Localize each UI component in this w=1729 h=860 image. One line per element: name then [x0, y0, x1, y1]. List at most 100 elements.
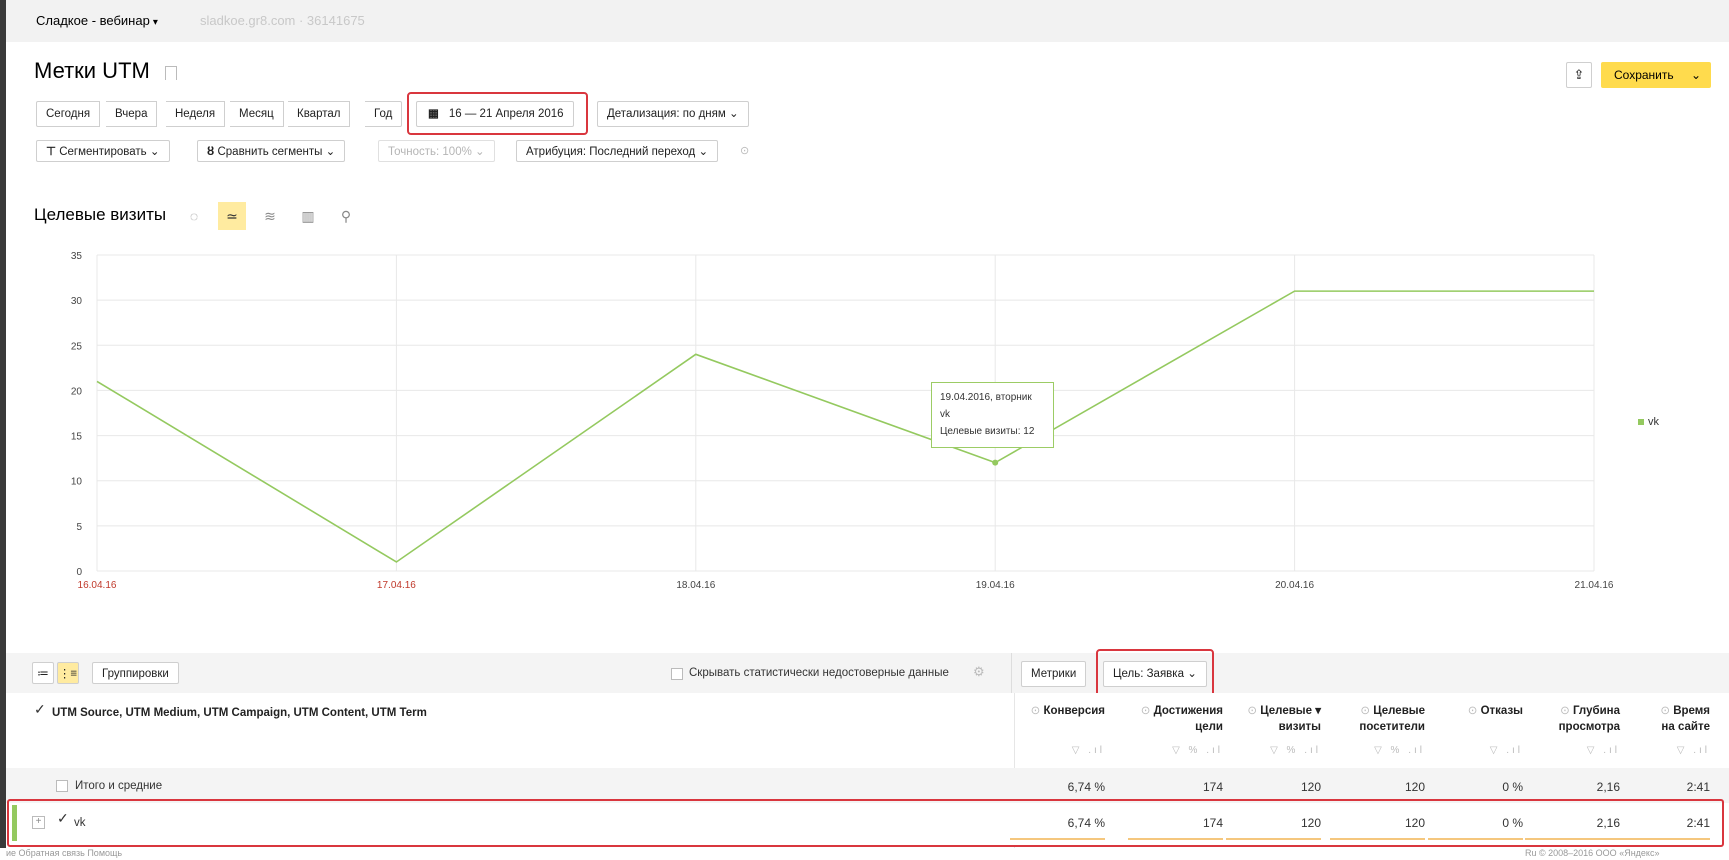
- metric-header[interactable]: ⊙ Время на сайте: [1660, 703, 1710, 735]
- chevron-down-icon: ▾: [152, 17, 158, 28]
- tooltip-value: Целевые визиты: 12: [940, 426, 1035, 437]
- tooltip-series: vk: [940, 409, 950, 420]
- column-controls[interactable]: ▽ .ıl: [1490, 745, 1523, 756]
- metric-header-line2: просмотра: [1558, 721, 1620, 733]
- bar-chart-icon[interactable]: ▥: [294, 202, 322, 230]
- tooltip-date: 19.04.2016, вторник: [940, 392, 1032, 403]
- chevron-down-icon: ⌄: [475, 146, 485, 158]
- gear-icon[interactable]: ⚙: [973, 664, 985, 680]
- row-highlight: [7, 799, 1724, 847]
- y-tick-label: 10: [71, 477, 83, 488]
- y-tick-label: 5: [76, 522, 82, 533]
- detail-dropdown[interactable]: Детализация: по дням ⌄: [597, 101, 749, 127]
- metric-value: 6,74 %: [1067, 780, 1105, 794]
- help-icon[interactable]: ⊙: [1660, 705, 1673, 717]
- column-controls[interactable]: ▽ .ıl: [1677, 745, 1710, 756]
- metric-header-line2: визиты: [1278, 721, 1321, 733]
- goal-highlight: [1096, 649, 1214, 697]
- site-selector[interactable]: Сладкое - вебинар ▾: [36, 13, 158, 28]
- compare-icon: ȣ: [207, 146, 215, 158]
- line-chart-icon[interactable]: ≃: [218, 202, 246, 230]
- site-meta: sladkoe.gr8.com · 36141675: [200, 13, 365, 28]
- x-tick-label: 20.04.16: [1275, 580, 1314, 591]
- help-icon[interactable]: ⊙: [740, 144, 749, 157]
- save-button[interactable]: Сохранить ⌄: [1601, 62, 1711, 88]
- date-range-highlight: [407, 92, 588, 135]
- y-tick-label: 35: [71, 251, 83, 262]
- segment-button[interactable]: ⊤ Сегментировать ⌄: [36, 140, 170, 162]
- bookmark-icon[interactable]: [165, 66, 177, 80]
- period-button[interactable]: Год: [365, 101, 403, 127]
- hide-unreliable-checkbox[interactable]: [671, 668, 683, 680]
- metric-header-line1: Целевые: [1373, 705, 1425, 717]
- y-tick-label: 30: [71, 296, 83, 307]
- period-button[interactable]: Неделя: [166, 101, 226, 127]
- help-icon[interactable]: ⊙: [1560, 705, 1573, 717]
- column-controls[interactable]: ▽ % .ıl: [1374, 745, 1425, 756]
- metric-header[interactable]: ⊙ Целевые посетители: [1359, 703, 1425, 735]
- list-view-icon[interactable]: ≔: [32, 662, 54, 684]
- metric-value: 174: [1202, 780, 1223, 794]
- chart-tooltip: 19.04.2016, вторник vk Целевые визиты: 1…: [931, 382, 1054, 448]
- metric-header[interactable]: ⊙ Конверсия: [1031, 703, 1105, 719]
- help-icon[interactable]: ⊙: [1360, 705, 1373, 717]
- chevron-down-icon: ⌄: [149, 146, 160, 158]
- metric-value: 0 %: [1502, 780, 1523, 794]
- accuracy-dropdown: Точность: 100% ⌄: [378, 140, 495, 162]
- help-icon[interactable]: ⊙: [1468, 705, 1481, 717]
- metric-header[interactable]: ⊙ Целевые ▾ визиты: [1247, 703, 1321, 735]
- y-tick-label: 25: [71, 341, 83, 352]
- column-controls[interactable]: ▽ % .ıl: [1172, 745, 1223, 756]
- period-button[interactable]: Вчера: [106, 101, 158, 127]
- legend-swatch: [1638, 419, 1644, 426]
- x-tick-label: 21.04.16: [1575, 580, 1614, 591]
- metric-header-line2: цели: [1195, 721, 1223, 733]
- y-tick-label: 15: [71, 432, 83, 443]
- groupings-button[interactable]: Группировки: [92, 662, 179, 684]
- help-icon[interactable]: ⊙: [1247, 705, 1260, 717]
- compare-segments-button[interactable]: ȣ Сравнить сегменты ⌄: [197, 140, 346, 162]
- metric-header-line1: Глубина: [1572, 705, 1620, 717]
- metric-header-line1: Конверсия: [1043, 705, 1105, 717]
- chevron-down-icon: ⌄: [728, 108, 739, 120]
- total-checkbox[interactable]: [56, 780, 68, 792]
- dimension-checkbox[interactable]: ✓: [32, 701, 46, 718]
- export-button[interactable]: ⇪: [1566, 62, 1592, 88]
- column-controls[interactable]: ▽ .ıl: [1072, 745, 1105, 756]
- metric-header-line2: на сайте: [1661, 721, 1710, 733]
- filter-icon: ⊤: [46, 146, 57, 158]
- x-tick-label: 19.04.16: [976, 580, 1015, 591]
- attribution-dropdown[interactable]: Атрибуция: Последний переход ⌄: [516, 140, 719, 162]
- compare-label: Сравнить сегменты: [217, 146, 323, 158]
- chart-legend[interactable]: vk: [1638, 416, 1659, 428]
- metric-header[interactable]: ⊙ Достижения цели: [1141, 703, 1223, 735]
- metric-header[interactable]: ⊙ Глубина просмотра: [1559, 703, 1620, 735]
- x-tick-label: 16.04.16: [78, 580, 117, 591]
- metric-header-line2: посетители: [1359, 721, 1425, 733]
- metric-header[interactable]: ⊙ Отказы: [1468, 703, 1523, 719]
- page-title: Метки UTM: [34, 58, 150, 83]
- period-button[interactable]: Сегодня: [36, 101, 101, 127]
- metrics-button[interactable]: Метрики: [1021, 661, 1087, 687]
- metric-value: 120: [1404, 780, 1425, 794]
- hide-unreliable-label: Скрывать статистически недостоверные дан…: [689, 667, 949, 679]
- copyright: Ru © 2008–2016 ООО «Яндекс»: [1525, 848, 1660, 858]
- help-icon[interactable]: ⊙: [1141, 705, 1154, 717]
- site-name: Сладкое - вебинар: [36, 13, 150, 28]
- footer: ие Обратная связь Помощь Ru © 2008–2016 …: [0, 848, 1729, 860]
- metric-value: 2:41: [1686, 780, 1710, 794]
- period-button[interactable]: Квартал: [288, 101, 351, 127]
- metric-header-line1: Время: [1673, 705, 1710, 717]
- help-icon[interactable]: ⊙: [1031, 705, 1044, 717]
- column-controls[interactable]: ▽ .ıl: [1587, 745, 1620, 756]
- column-controls[interactable]: ▽ % .ıl: [1270, 745, 1321, 756]
- pie-chart-icon[interactable]: ◌: [180, 202, 208, 230]
- tree-view-icon[interactable]: ⋮≡: [57, 662, 79, 684]
- footer-links: ие Обратная связь Помощь: [6, 848, 123, 858]
- map-pin-icon[interactable]: ⚲: [332, 202, 360, 230]
- y-tick-label: 20: [71, 386, 83, 397]
- area-chart-icon[interactable]: ≋: [256, 202, 284, 230]
- period-button[interactable]: Месяц: [230, 101, 284, 127]
- metric-value: 2,16: [1596, 780, 1620, 794]
- total-row: [6, 768, 1729, 803]
